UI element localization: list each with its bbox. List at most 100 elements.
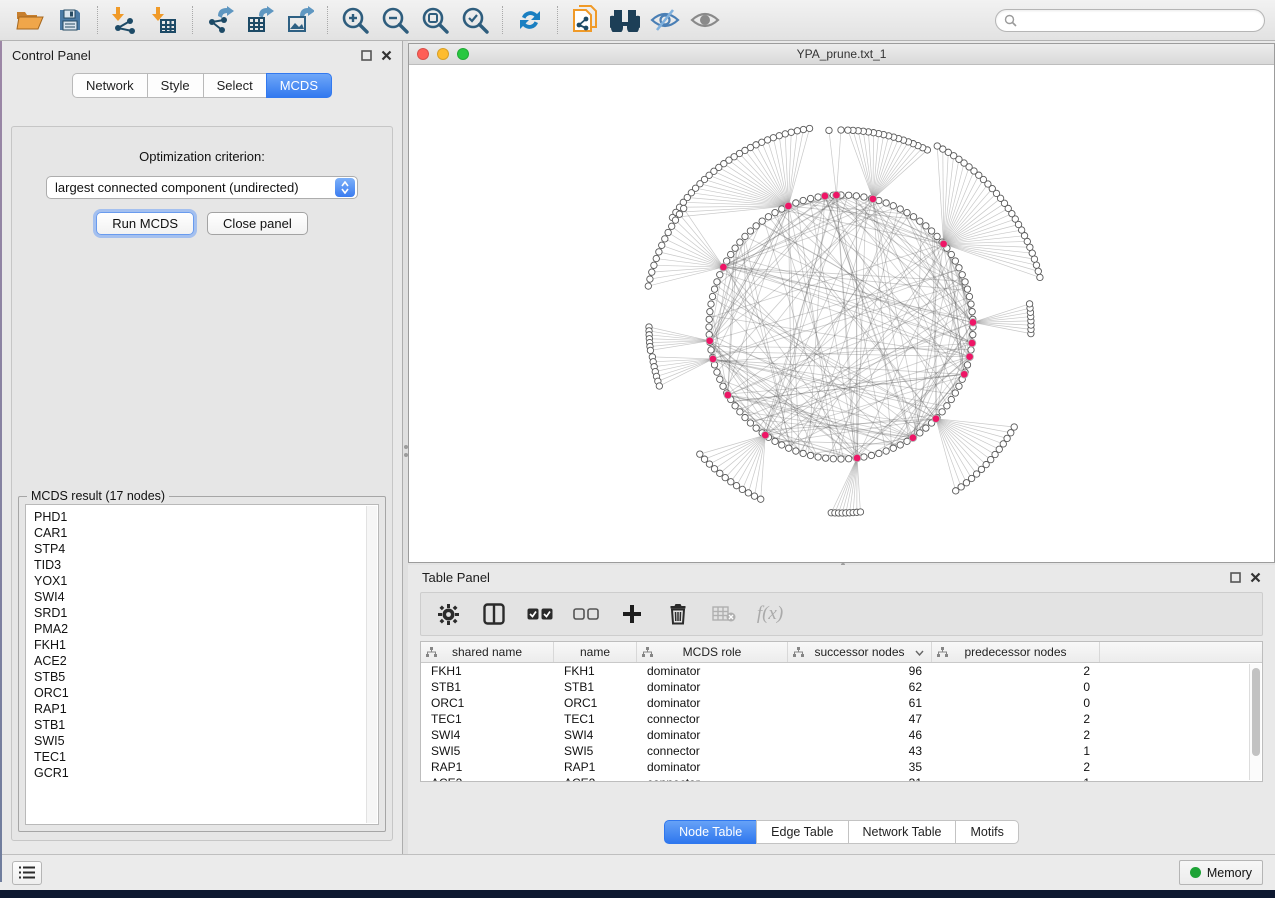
close-panel-button[interactable] (381, 50, 392, 61)
scrollbar-thumb[interactable] (1252, 668, 1260, 756)
table-cell: dominator (637, 663, 788, 679)
run-mcds-button[interactable]: Run MCDS (96, 212, 194, 235)
table-row[interactable]: SWI4SWI4dominator462 (421, 727, 1262, 743)
mcds-result-item[interactable]: YOX1 (26, 573, 378, 589)
toolbar-separator (502, 6, 503, 34)
column-header[interactable]: shared name (421, 642, 554, 662)
import-network-button[interactable] (105, 3, 145, 37)
network-canvas[interactable] (409, 65, 1272, 562)
column-layout-button[interactable] (481, 599, 507, 629)
status-bar: Memory (0, 854, 1275, 890)
search-input[interactable] (1017, 13, 1256, 27)
find-button[interactable] (605, 3, 645, 37)
column-header[interactable]: name (554, 642, 637, 662)
table-settings-button[interactable] (435, 599, 461, 629)
table-row[interactable]: SWI5SWI5connector431 (421, 743, 1262, 759)
show-details-button[interactable] (685, 3, 725, 37)
mcds-result-item[interactable]: TID3 (26, 557, 378, 573)
traffic-close-button[interactable] (417, 48, 429, 60)
column-header[interactable]: predecessor nodes (932, 642, 1100, 662)
mcds-result-item[interactable]: TEC1 (26, 749, 378, 765)
checked-boxes-icon (527, 608, 553, 620)
delete-table-button[interactable] (711, 599, 737, 629)
hide-details-button[interactable] (645, 3, 685, 37)
memory-button[interactable]: Memory (1179, 860, 1263, 885)
float-table-panel-button[interactable] (1230, 572, 1241, 583)
mcds-result-item[interactable]: STB1 (26, 717, 378, 733)
table-cell: dominator (637, 759, 788, 775)
mcds-result-list[interactable]: PHD1CAR1STP4TID3YOX1SWI4SRD1PMA2FKH1ACE2… (25, 504, 379, 825)
tab-network-table[interactable]: Network Table (848, 820, 956, 844)
select-all-button[interactable] (527, 599, 553, 629)
export-image-button[interactable] (280, 3, 320, 37)
mcds-result-item[interactable]: RAP1 (26, 701, 378, 717)
table-tabs: Node Table Edge Table Network Table Moti… (408, 820, 1275, 844)
function-builder-button[interactable]: f(x) (757, 599, 783, 629)
table-cell: 43 (788, 743, 932, 759)
zoom-out-button[interactable] (375, 3, 415, 37)
mcds-result-item[interactable]: ORC1 (26, 685, 378, 701)
mcds-result-item[interactable]: ACE2 (26, 653, 378, 669)
float-panel-button[interactable] (361, 50, 372, 61)
tab-select[interactable]: Select (203, 73, 266, 98)
tab-edge-table[interactable]: Edge Table (756, 820, 847, 844)
close-table-panel-button[interactable] (1250, 572, 1261, 583)
tab-network[interactable]: Network (72, 73, 147, 98)
mcds-result-item[interactable]: SWI5 (26, 733, 378, 749)
add-column-button[interactable] (619, 599, 645, 629)
plus-icon (622, 604, 642, 624)
table-cell: 1 (932, 743, 1100, 759)
table-cell: connector (637, 743, 788, 759)
save-session-button[interactable] (50, 3, 90, 37)
mcds-result-item[interactable]: SWI4 (26, 589, 378, 605)
zoom-selected-button[interactable] (455, 3, 495, 37)
table-row[interactable]: FKH1FKH1dominator962 (421, 663, 1262, 679)
mcds-result-item[interactable]: PHD1 (26, 509, 378, 525)
close-icon (381, 50, 392, 61)
column-header[interactable]: successor nodes (788, 642, 932, 662)
column-header[interactable]: MCDS role (637, 642, 788, 662)
export-network-button[interactable] (200, 3, 240, 37)
task-history-button[interactable] (12, 861, 42, 885)
table-cell: dominator (637, 695, 788, 711)
tab-style[interactable]: Style (147, 73, 203, 98)
tab-node-table[interactable]: Node Table (664, 820, 756, 844)
table-row[interactable]: ORC1ORC1dominator610 (421, 695, 1262, 711)
delete-button[interactable] (665, 599, 691, 629)
table-cell: 2 (932, 727, 1100, 743)
table-row[interactable]: TEC1TEC1connector472 (421, 711, 1262, 727)
mcds-result-item[interactable]: STB5 (26, 669, 378, 685)
import-table-button[interactable] (145, 3, 185, 37)
zoom-in-button[interactable] (335, 3, 375, 37)
zoom-fit-button[interactable] (415, 3, 455, 37)
table-cell: ORC1 (421, 695, 554, 711)
table-row[interactable]: RAP1RAP1dominator352 (421, 759, 1262, 775)
table-cell: ACE2 (554, 775, 637, 782)
mcds-result-item[interactable]: SRD1 (26, 605, 378, 621)
table-cell: 2 (932, 663, 1100, 679)
open-file-button[interactable] (10, 3, 50, 37)
mcds-result-group: MCDS result (17 nodes) PHD1CAR1STP4TID3Y… (18, 496, 386, 832)
table-row[interactable]: STB1STB1dominator620 (421, 679, 1262, 695)
mcds-result-item[interactable]: CAR1 (26, 525, 378, 541)
tab-mcds[interactable]: MCDS (266, 73, 332, 98)
share-document-button[interactable] (565, 3, 605, 37)
refresh-layout-button[interactable] (510, 3, 550, 37)
tab-motifs[interactable]: Motifs (955, 820, 1018, 844)
export-table-button[interactable] (240, 3, 280, 37)
criterion-select[interactable]: largest connected component (undirected) (46, 176, 358, 199)
traffic-zoom-button[interactable] (457, 48, 469, 60)
table-scrollbar[interactable] (1249, 664, 1261, 780)
eye-icon (690, 8, 720, 32)
mcds-result-item[interactable]: STP4 (26, 541, 378, 557)
deselect-all-button[interactable] (573, 599, 599, 629)
result-scrollbar[interactable] (366, 506, 377, 823)
table-row[interactable]: ACE2ACE2connector311 (421, 775, 1262, 782)
binoculars-icon (610, 8, 640, 32)
mcds-result-item[interactable]: FKH1 (26, 637, 378, 653)
table-toolbar: f(x) (420, 592, 1263, 636)
mcds-result-item[interactable]: PMA2 (26, 621, 378, 637)
close-panel-action-button[interactable]: Close panel (207, 212, 308, 235)
mcds-result-item[interactable]: GCR1 (26, 765, 378, 781)
traffic-minimize-button[interactable] (437, 48, 449, 60)
